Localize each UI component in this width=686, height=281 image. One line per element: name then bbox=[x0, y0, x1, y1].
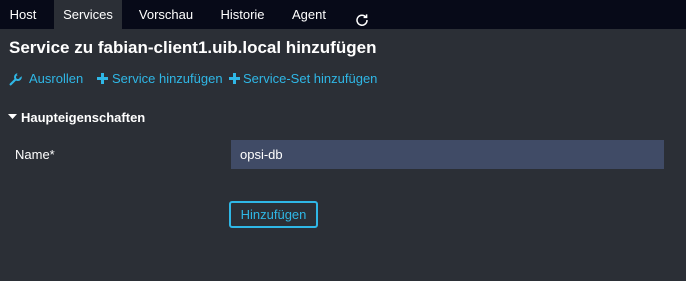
rollout-label: Ausrollen bbox=[29, 71, 84, 86]
name-label: Name* bbox=[15, 147, 55, 162]
add-service-set-label: Service-Set hinzufügen bbox=[243, 71, 378, 86]
add-service-button[interactable]: Service hinzufügen bbox=[97, 71, 223, 87]
plus-icon bbox=[97, 73, 108, 84]
section-title: Haupteigenschaften bbox=[21, 110, 146, 125]
refresh-icon bbox=[355, 8, 369, 26]
tab-services[interactable]: Services bbox=[54, 0, 122, 29]
refresh-button[interactable] bbox=[344, 0, 380, 29]
rollout-button[interactable]: Ausrollen bbox=[9, 71, 84, 87]
name-input[interactable] bbox=[231, 140, 664, 169]
tab-vorschau[interactable]: Vorschau bbox=[130, 0, 202, 29]
top-nav: Host Services Vorschau Historie Agent bbox=[0, 0, 686, 29]
plus-icon bbox=[229, 73, 240, 84]
add-service-set-button[interactable]: Service-Set hinzufügen bbox=[229, 71, 377, 87]
wrench-icon bbox=[9, 73, 22, 86]
caret-down-icon bbox=[8, 114, 17, 119]
tab-agent[interactable]: Agent bbox=[283, 0, 335, 29]
section-toggle-haupteigenschaften[interactable]: Haupteigenschaften bbox=[8, 110, 148, 126]
page-title: Service zu fabian-client1.uib.local hinz… bbox=[9, 38, 377, 57]
tab-host[interactable]: Host bbox=[0, 0, 46, 29]
tab-historie[interactable]: Historie bbox=[211, 0, 274, 29]
add-button[interactable]: Hinzufügen bbox=[229, 201, 318, 228]
add-service-label: Service hinzufügen bbox=[112, 71, 223, 86]
